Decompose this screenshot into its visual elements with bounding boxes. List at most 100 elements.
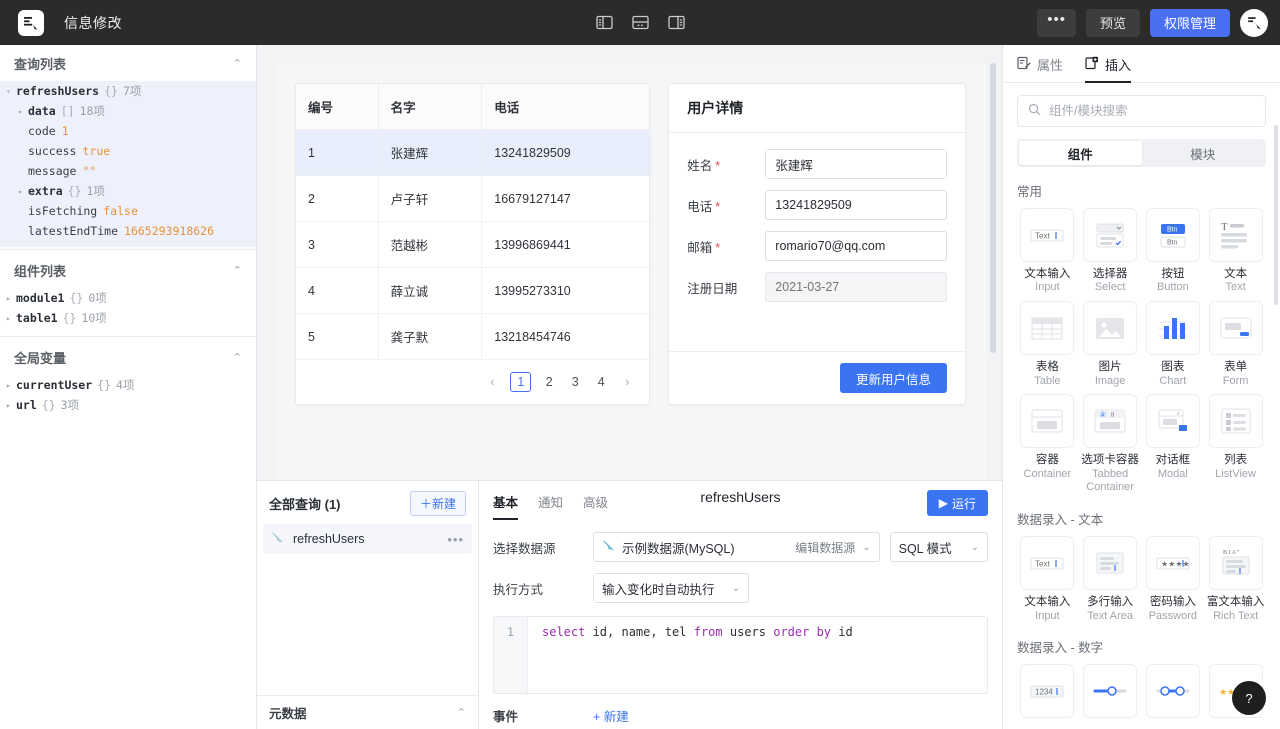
tree-node[interactable]: ▸ module1 {} 0项 <box>0 288 256 308</box>
page-prev[interactable]: ‹ <box>484 375 500 389</box>
tree-toggle-icon[interactable]: ▸ <box>18 107 28 116</box>
table-row[interactable]: 5 龚子默 13218454746 <box>296 313 650 360</box>
left-section-header[interactable]: 查询列表 ⌃ <box>0 45 256 81</box>
component-tile-Button[interactable]: Btn Btn 按钮 Button <box>1143 208 1204 295</box>
permission-manage-button[interactable]: 权限管理 <box>1149 8 1230 37</box>
component-tile-Tabbed Container[interactable]: A B 选项卡容器 Tabbed Container <box>1080 394 1141 495</box>
chevron-down-icon[interactable]: ⌄ <box>971 542 979 553</box>
right-tab[interactable]: 插入 <box>1085 55 1132 83</box>
tree-node[interactable]: message "" <box>0 161 256 181</box>
component-tile-Input[interactable]: Text 文本输入 Input <box>1017 536 1078 623</box>
left-section-header[interactable]: 组件列表 ⌃ <box>0 252 256 288</box>
table-column-header[interactable]: 编号 <box>296 84 379 130</box>
page-number[interactable]: 4 <box>593 375 609 389</box>
toggle-right-panel-icon[interactable] <box>665 12 687 34</box>
update-user-button[interactable]: 更新用户信息 <box>839 363 947 393</box>
sql-code-text[interactable]: select id, name, tel from users order by… <box>528 617 987 693</box>
new-event-button[interactable]: + 新建 <box>593 706 629 725</box>
component-tile-Input[interactable]: Text 文本输入 Input <box>1017 208 1078 295</box>
form-input[interactable] <box>765 272 947 302</box>
metadata-section-header[interactable]: 元数据 ⌃ <box>257 695 478 729</box>
table-row[interactable]: 1 张建辉 13241829509 <box>296 129 650 176</box>
segment-option[interactable]: 模块 <box>1142 141 1265 165</box>
component-tile-Container[interactable]: 容器 Container <box>1017 394 1078 495</box>
datasource-select[interactable]: 示例数据源(MySQL) 编辑数据源 ⌄ <box>593 532 880 562</box>
tree-node[interactable]: ▸ table1 {} 10项 <box>0 308 256 328</box>
chevron-up-icon[interactable]: ⌃ <box>233 57 242 70</box>
toggle-bottom-panel-icon[interactable] <box>629 12 651 34</box>
help-button[interactable]: ? <box>1232 681 1266 715</box>
tree-node[interactable]: ▸ data [] 18项 <box>0 101 256 121</box>
tree-toggle-icon[interactable]: ▾ <box>6 87 16 96</box>
component-tile-Chart[interactable]: 图表 Chart <box>1143 301 1204 388</box>
right-sidebar-scrollbar[interactable] <box>1274 125 1278 305</box>
left-section-title: 查询列表 <box>14 56 67 72</box>
sql-mode-select[interactable]: SQL 模式 ⌄ <box>889 532 988 562</box>
tree-node[interactable]: code 1 <box>0 121 256 141</box>
component-tile-number-input-tile-icon[interactable]: 1234 <box>1017 664 1078 719</box>
component-tile-Text[interactable]: T 文本 Text <box>1205 208 1266 295</box>
user-avatar-icon[interactable] <box>1240 8 1268 37</box>
query-tab[interactable]: 通知 <box>538 492 563 520</box>
more-options-button[interactable]: ••• <box>1037 8 1076 37</box>
component-search-input[interactable] <box>1049 104 1255 118</box>
component-tile-ListView[interactable]: 列表 ListView <box>1205 394 1266 495</box>
component-tile-Password[interactable]: ★★★★ 密码输入 Password <box>1143 536 1204 623</box>
sql-editor[interactable]: 1 select id, name, tel from users order … <box>493 616 988 694</box>
tree-node[interactable]: success true <box>0 141 256 161</box>
component-search-box[interactable] <box>1017 95 1266 127</box>
tree-toggle-icon[interactable]: ▸ <box>18 187 28 196</box>
run-query-button[interactable]: ▶ 运行 <box>926 490 988 516</box>
tree-node[interactable]: latestEndTime 1665293918626 <box>0 221 256 241</box>
table-column-header[interactable]: 电话 <box>481 84 650 130</box>
tree-node[interactable]: ▸ currentUser {} 4项 <box>0 375 256 395</box>
left-section-header[interactable]: 全局变量 ⌃ <box>0 339 256 375</box>
query-tab[interactable]: 高级 <box>583 492 608 520</box>
table-row[interactable]: 2 卢子轩 16679127147 <box>296 175 650 222</box>
component-tile-Text Area[interactable]: 多行输入 Text Area <box>1080 536 1141 623</box>
table-row[interactable]: 4 薛立诚 13995273310 <box>296 267 650 314</box>
form-input[interactable] <box>765 190 947 220</box>
tree-toggle-icon[interactable]: ▸ <box>6 314 16 323</box>
component-tile-Modal[interactable]: x 对话框 Modal <box>1143 394 1204 495</box>
component-tile-Image[interactable]: 图片 Image <box>1080 301 1141 388</box>
form-input[interactable] <box>765 149 947 179</box>
query-tab[interactable]: 基本 <box>493 492 519 520</box>
right-tab[interactable]: 属性 <box>1017 55 1063 82</box>
chevron-down-icon[interactable]: ⌄ <box>862 542 870 553</box>
tree-toggle-icon[interactable]: ▸ <box>6 294 16 303</box>
page-number[interactable]: 1 <box>510 372 532 392</box>
table-row[interactable]: 3 范越彬 13996869441 <box>296 221 650 268</box>
page-number[interactable]: 3 <box>567 375 583 389</box>
chevron-up-icon[interactable]: ⌃ <box>233 264 242 277</box>
form-input[interactable] <box>765 231 947 261</box>
component-tile-Select[interactable]: 选择器 Select <box>1080 208 1141 295</box>
component-tile-Form[interactable]: 表单 Form <box>1205 301 1266 388</box>
query-list-item[interactable]: refreshUsers ••• <box>263 524 472 554</box>
app-logo-icon[interactable] <box>18 9 44 36</box>
toggle-left-panel-icon[interactable] <box>593 12 615 34</box>
tree-toggle-icon[interactable]: ▸ <box>6 401 16 410</box>
edit-datasource-link[interactable]: 编辑数据源 <box>795 539 855 556</box>
query-more-button[interactable]: ••• <box>447 532 464 547</box>
canvas-vertical-scrollbar[interactable] <box>990 63 996 353</box>
tree-toggle-icon[interactable]: ▸ <box>6 381 16 390</box>
preview-button[interactable]: 预览 <box>1085 8 1140 37</box>
chevron-up-icon[interactable]: ⌃ <box>457 706 466 719</box>
tree-node[interactable]: ▾ refreshUsers {} 7项 <box>0 81 256 101</box>
tree-node[interactable]: ▸ url {} 3项 <box>0 395 256 415</box>
component-tile-range-slider-tile-icon[interactable] <box>1143 664 1204 719</box>
chevron-down-icon[interactable]: ⌄ <box>732 583 740 594</box>
component-tile-Rich Text[interactable]: B I A " 富文本输入 Rich Text <box>1205 536 1266 623</box>
component-tile-slider-tile-icon[interactable] <box>1080 664 1141 719</box>
tree-node[interactable]: ▸ extra {} 1项 <box>0 181 256 201</box>
table-column-header[interactable]: 名字 <box>378 84 483 130</box>
page-number[interactable]: 2 <box>541 375 557 389</box>
execution-mode-select[interactable]: 输入变化时自动执行 ⌄ <box>593 573 749 603</box>
chevron-up-icon[interactable]: ⌃ <box>233 351 242 364</box>
page-next[interactable]: › <box>619 375 635 389</box>
new-query-button[interactable]: ＋新建 <box>409 491 466 516</box>
segment-option[interactable]: 组件 <box>1019 141 1142 165</box>
tree-node[interactable]: isFetching false <box>0 201 256 221</box>
component-tile-Table[interactable]: 表格 Table <box>1017 301 1078 388</box>
